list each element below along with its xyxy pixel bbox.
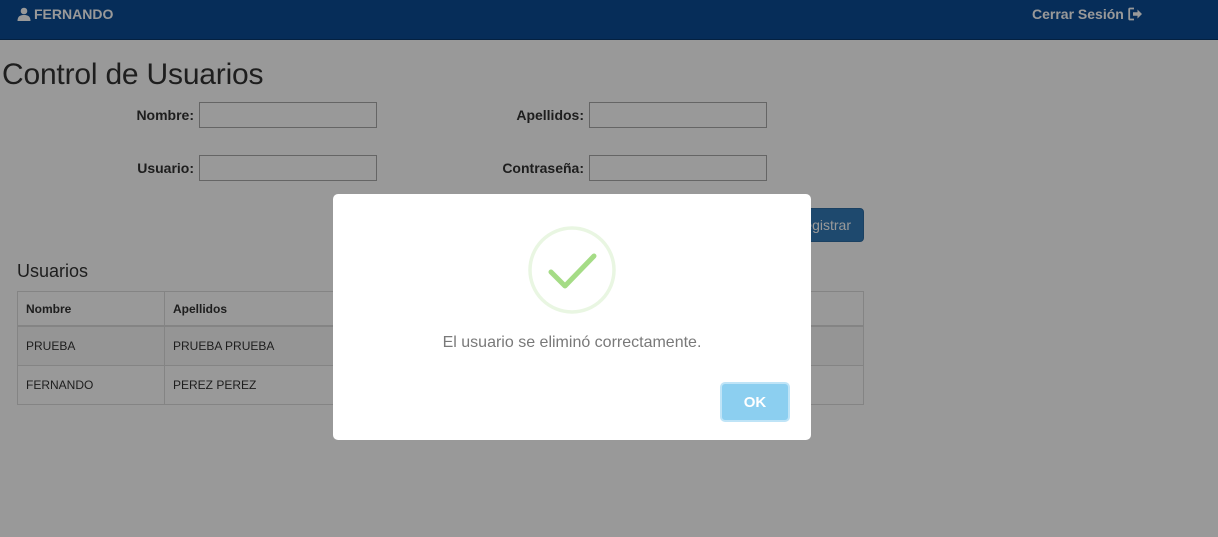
success-dialog: El usuario se eliminó correctamente. OK	[333, 194, 811, 440]
dialog-message: El usuario se eliminó correctamente.	[442, 334, 702, 351]
page: FERNANDO Cerrar Sesión Control de Usuari…	[0, 0, 1218, 537]
ok-button[interactable]: OK	[720, 382, 790, 422]
success-check-icon	[528, 226, 616, 314]
